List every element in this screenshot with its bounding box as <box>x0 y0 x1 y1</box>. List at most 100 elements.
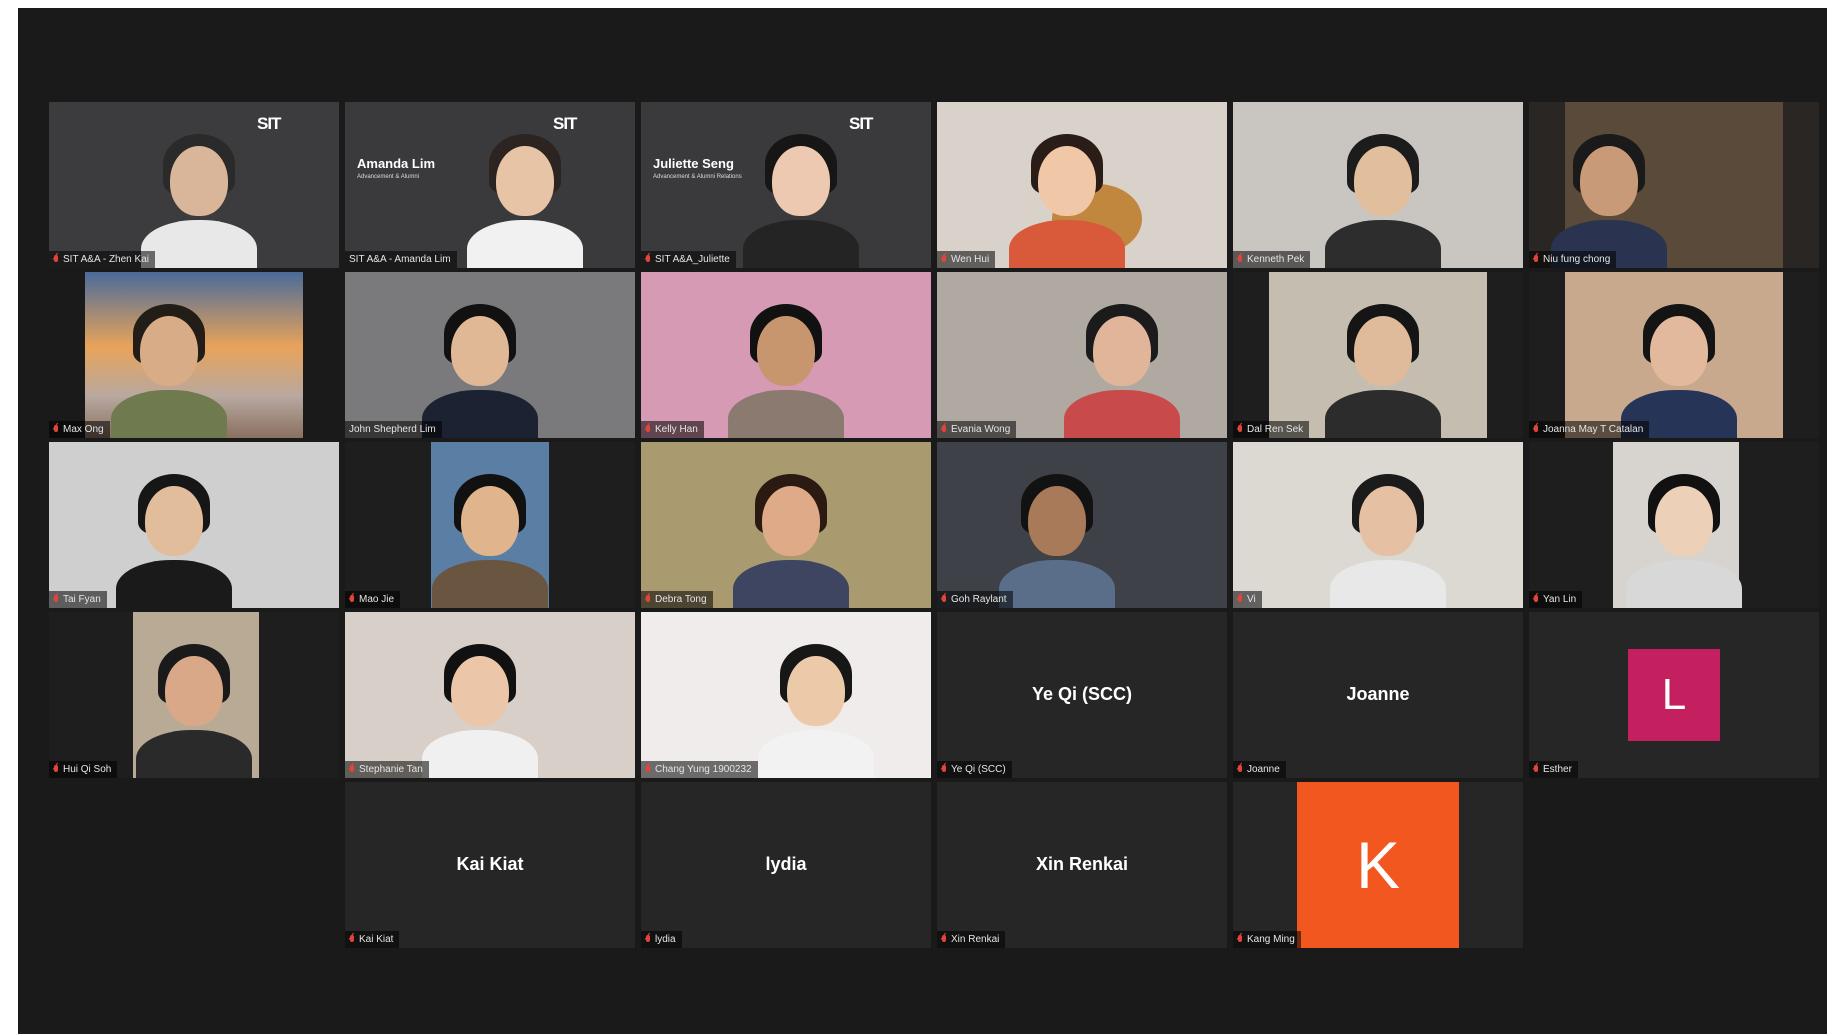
participant-tile[interactable]: SIT Amanda Lim Advancement & Alumni SIT A&A… <box>345 102 635 268</box>
person-body <box>1325 220 1441 268</box>
participant-name-label: SIT A&A - Amanda Lim <box>345 251 457 268</box>
participant-tile[interactable]: SIT Juliette Seng Advancement & Alumni Rel… <box>641 102 931 268</box>
person-face <box>772 146 830 216</box>
participant-tile[interactable]: L Esther <box>1529 612 1819 778</box>
participant-name-label: Kenneth Pek <box>1233 251 1311 268</box>
participant-tile[interactable]: Tai Fyan <box>49 442 339 608</box>
person-face <box>140 316 198 386</box>
participant-tile[interactable]: Dal Ren Sek <box>1233 272 1523 438</box>
participant-name-label: Vi <box>1233 591 1262 608</box>
person-body <box>733 560 849 608</box>
person-body <box>467 220 583 268</box>
person-face <box>451 656 509 726</box>
sit-logo: SIT <box>553 114 577 133</box>
participant-tile[interactable]: Chang Yung 1900232 <box>641 612 931 778</box>
muted-mic-icon <box>53 594 59 605</box>
participant-tile[interactable]: SIT SIT A&A - Zhen Kai <box>49 102 339 268</box>
person-face <box>145 486 203 556</box>
participant-tile[interactable]: John Shepherd Lim <box>345 272 635 438</box>
participant-tile[interactable]: Stephanie Tan <box>345 612 635 778</box>
person-face <box>762 486 820 556</box>
participant-tile[interactable]: Joanna May T Catalan <box>1529 272 1819 438</box>
participant-name: Vi <box>1247 594 1256 605</box>
participant-name: Hui Qi Soh <box>63 764 112 775</box>
participant-tile[interactable]: Hui Qi Soh <box>49 612 339 778</box>
participant-tile[interactable]: Ye Qi (SCC) Ye Qi (SCC) <box>937 612 1227 778</box>
person-body <box>422 730 538 778</box>
participant-tile[interactable]: Evania Wong <box>937 272 1227 438</box>
participant-name: Kang Ming <box>1247 934 1295 945</box>
person-face <box>1354 146 1412 216</box>
participant-tile[interactable]: Niu fung chong <box>1529 102 1819 268</box>
muted-mic-icon <box>349 594 355 605</box>
participant-name-label: SIT A&A_Juliette <box>641 251 736 268</box>
participant-name: Ye Qi (SCC) <box>951 764 1006 775</box>
person-face <box>787 656 845 726</box>
participant-tile[interactable]: Kelly Han <box>641 272 931 438</box>
participant-name-label: John Shepherd Lim <box>345 421 442 438</box>
person-body <box>432 560 548 608</box>
participant-name: Joanna May T Catalan <box>1543 424 1644 435</box>
participant-name: Niu fung chong <box>1543 254 1611 265</box>
participant-name: Yan Lin <box>1543 594 1577 605</box>
person-face <box>451 316 509 386</box>
participant-avatar: K <box>1297 782 1459 948</box>
person-body <box>1325 390 1441 438</box>
zoom-gallery-view: SIT SIT A&A - Zhen Kai SIT Amanda Lim Advanc… <box>18 8 1827 1034</box>
muted-mic-icon <box>941 934 947 945</box>
participant-tile[interactable]: Debra Tong <box>641 442 931 608</box>
person-body <box>1064 390 1180 438</box>
muted-mic-icon <box>1533 254 1539 265</box>
muted-mic-icon <box>349 764 355 775</box>
muted-mic-icon <box>1237 424 1243 435</box>
participant-tile[interactable]: Goh Raylant <box>937 442 1227 608</box>
participant-tile[interactable]: Wen Hui <box>937 102 1227 268</box>
participant-tile[interactable]: Yan Lin <box>1529 442 1819 608</box>
participant-tile[interactable]: Kenneth Pek <box>1233 102 1523 268</box>
participant-name: Kelly Han <box>655 424 698 435</box>
muted-mic-icon <box>645 254 651 265</box>
sit-logo: SIT <box>849 114 873 133</box>
participant-tile[interactable]: Mao Jie <box>345 442 635 608</box>
muted-mic-icon <box>1237 594 1243 605</box>
participant-name: Xin Renkai <box>951 934 1000 945</box>
virtual-background-title: Advancement & Alumni <box>357 174 420 180</box>
participant-name-label: Kai Kiat <box>345 931 400 948</box>
participant-name-label: Xin Renkai <box>937 931 1006 948</box>
person-body <box>999 560 1115 608</box>
participant-tile[interactable]: Vi <box>1233 442 1523 608</box>
participant-tile[interactable]: Xin Renkai Xin Renkai <box>937 782 1227 948</box>
muted-mic-icon <box>645 764 651 775</box>
participant-tile[interactable]: Joanne Joanne <box>1233 612 1523 778</box>
person-body <box>758 730 874 778</box>
participant-name: Debra Tong <box>655 594 707 605</box>
sit-logo: SIT <box>257 114 281 133</box>
participant-tile[interactable]: Max Ong <box>49 272 339 438</box>
participant-tile[interactable]: lydia lydia <box>641 782 931 948</box>
participant-name: Wen Hui <box>951 254 990 265</box>
participant-name-label: Kelly Han <box>641 421 704 438</box>
person-body <box>1009 220 1125 268</box>
person-face <box>1359 486 1417 556</box>
participant-tile[interactable]: K Kang Ming <box>1233 782 1523 948</box>
participant-display-name: lydia <box>765 854 807 874</box>
participant-name-label: Goh Raylant <box>937 591 1013 608</box>
person-body <box>743 220 859 268</box>
person-face <box>1038 146 1096 216</box>
participant-name: SIT A&A_Juliette <box>655 254 730 265</box>
participant-display-name: Kai Kiat <box>456 854 524 874</box>
participant-tile[interactable]: Kai Kiat Kai Kiat <box>345 782 635 948</box>
participant-name-label: Esther <box>1529 761 1578 778</box>
muted-mic-icon <box>1533 764 1539 775</box>
person-face <box>1093 316 1151 386</box>
participant-name-label: Hui Qi Soh <box>49 761 118 778</box>
muted-mic-icon <box>941 254 947 265</box>
participant-name: Kai Kiat <box>359 934 394 945</box>
muted-mic-icon <box>645 594 651 605</box>
person-body <box>116 560 232 608</box>
participant-name-label: Chang Yung 1900232 <box>641 761 758 778</box>
participant-name-label: lydia <box>641 931 682 948</box>
participant-name-label: Yan Lin <box>1529 591 1583 608</box>
participant-name-label: Evania Wong <box>937 421 1017 438</box>
participant-name-label: SIT A&A - Zhen Kai <box>49 251 155 268</box>
